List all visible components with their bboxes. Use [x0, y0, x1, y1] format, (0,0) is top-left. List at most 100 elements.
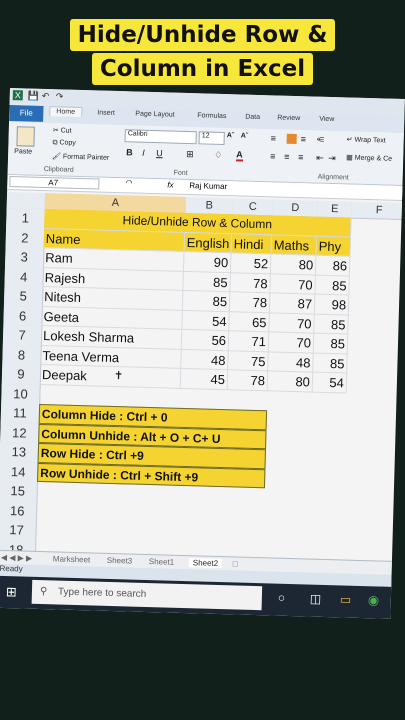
row-header-3[interactable]: 3 — [4, 246, 45, 269]
row-header-4[interactable]: 4 — [4, 266, 45, 289]
wrap-text-button[interactable]: ↵ Wrap Text — [347, 135, 386, 144]
cell-score[interactable]: 85 — [183, 271, 231, 293]
header-cell-hindi[interactable]: Hindi — [231, 233, 273, 255]
cell-score[interactable]: 86 — [315, 255, 351, 277]
cut-button[interactable]: ✂ Cut — [53, 126, 72, 135]
cell-score[interactable]: 45 — [180, 368, 229, 390]
row-header-5[interactable]: 5 — [3, 285, 44, 308]
cell-score[interactable]: 75 — [228, 350, 269, 372]
paste-button[interactable]: Paste — [14, 148, 32, 155]
cell-score[interactable]: 71 — [228, 331, 270, 352]
tab-page-layout[interactable]: Page Layout — [135, 111, 174, 119]
cell-score[interactable]: 80 — [270, 254, 317, 276]
row-header-12[interactable]: 12 — [0, 422, 40, 444]
cell-score[interactable]: 54 — [182, 310, 230, 332]
redo-icon[interactable]: ↷ — [56, 91, 64, 102]
fill-color-icon[interactable]: ♢ — [214, 150, 222, 161]
align-center-icon[interactable]: ≡ — [284, 152, 290, 162]
row-header-9[interactable]: 9 — [1, 363, 42, 386]
tab-formulas[interactable]: Formulas — [197, 112, 226, 120]
row-header-10[interactable]: 10 — [1, 383, 41, 405]
row-header-8[interactable]: 8 — [2, 344, 42, 366]
cell-score[interactable]: 65 — [229, 311, 270, 333]
align-bottom-icon[interactable]: ≡ — [301, 134, 307, 144]
align-right-icon[interactable]: ≡ — [298, 152, 304, 162]
cell-name[interactable]: Deepak — [39, 364, 182, 389]
windows-start-icon[interactable]: ⊞ — [6, 584, 17, 600]
header-cell-phy[interactable]: Phy — [316, 236, 351, 257]
cell-score[interactable]: 78 — [230, 272, 271, 294]
merge-center-button[interactable]: ▦ Merge & Ce — [346, 153, 392, 162]
header-cell-maths[interactable]: Maths — [271, 234, 317, 256]
grow-font-icon[interactable]: Aˆ — [227, 132, 235, 139]
cell-score[interactable]: 48 — [268, 351, 314, 373]
fx-icon[interactable]: fx — [167, 180, 173, 189]
cell-score[interactable]: 80 — [267, 371, 314, 393]
row-header-11[interactable]: 11 — [0, 402, 41, 425]
formula-cancel-icon[interactable]: ◠ — [125, 178, 132, 187]
cell-score[interactable]: 98 — [314, 294, 350, 316]
row-header-13[interactable]: 13 — [0, 441, 40, 464]
cell-score[interactable]: 90 — [183, 251, 232, 273]
cell-score[interactable]: 78 — [227, 370, 269, 391]
sheet-tab-sheet1[interactable]: Sheet1 — [149, 557, 175, 567]
cell-score[interactable]: 87 — [269, 293, 316, 315]
tab-insert[interactable]: Insert — [97, 109, 115, 116]
cell-score[interactable]: 85 — [182, 290, 231, 312]
row-header-14[interactable]: 14 — [0, 461, 39, 483]
bold-icon[interactable]: B — [126, 147, 133, 157]
sheet-nav-icon[interactable]: ◀ ◀ ▶ ▶ — [1, 553, 33, 563]
cortana-icon[interactable]: ○ — [278, 591, 286, 605]
font-color-icon[interactable]: A — [236, 149, 243, 162]
tab-data[interactable]: Data — [245, 114, 260, 121]
save-icon[interactable]: 💾 — [28, 91, 39, 102]
new-sheet-icon[interactable]: □ — [233, 559, 238, 568]
cell-score[interactable]: 52 — [230, 253, 272, 274]
font-size-select[interactable]: 12 — [198, 131, 225, 146]
tab-review[interactable]: Review — [277, 114, 300, 122]
column-header-f[interactable]: F — [351, 201, 405, 221]
cell-score[interactable]: 70 — [269, 312, 315, 334]
font-name-select[interactable]: Calibri — [124, 129, 197, 145]
row-header-6[interactable]: 6 — [3, 305, 43, 327]
decrease-indent-icon[interactable]: ⇤ — [316, 153, 324, 164]
copy-button[interactable]: ⧉ Copy — [52, 139, 75, 148]
italic-icon[interactable]: I — [142, 148, 145, 158]
cell-score[interactable]: 78 — [229, 292, 271, 313]
align-middle-icon[interactable] — [286, 133, 297, 145]
row-header-15[interactable]: 15 — [0, 480, 39, 503]
row-header-7[interactable]: 7 — [2, 324, 43, 347]
row-header-16[interactable]: 16 — [0, 500, 38, 522]
sheet-tab-sheet2[interactable]: Sheet2 — [188, 558, 223, 569]
sheet-tab-sheet3[interactable]: Sheet3 — [107, 556, 133, 566]
align-top-icon[interactable]: ≡ — [271, 133, 277, 143]
row-header-1[interactable]: 1 — [6, 207, 46, 230]
cell-score[interactable]: 54 — [312, 372, 348, 394]
orientation-icon[interactable]: ⥺ — [317, 134, 325, 145]
paste-icon[interactable] — [16, 126, 35, 147]
name-box[interactable]: A7 — [9, 176, 100, 190]
borders-icon[interactable]: ⊞ — [186, 149, 194, 160]
cell-score[interactable]: 85 — [314, 314, 349, 335]
header-cell-english[interactable]: English — [184, 232, 233, 254]
taskbar-search-box[interactable]: ⚲ Type here to search — [31, 579, 263, 611]
row-header-2[interactable]: 2 — [5, 227, 46, 250]
increase-indent-icon[interactable]: ⇥ — [328, 153, 336, 164]
cell-score[interactable]: 85 — [315, 275, 350, 296]
tab-view[interactable]: View — [319, 116, 334, 123]
sheet-tab-marksheet[interactable]: Marksheet — [53, 554, 91, 564]
chrome-icon[interactable]: ◉ — [368, 592, 380, 608]
cell-score[interactable]: 85 — [313, 333, 349, 355]
row-header-17[interactable]: 17 — [0, 519, 37, 542]
underline-icon[interactable]: U — [156, 148, 163, 158]
format-painter-button[interactable]: 🖌 Format Painter — [52, 152, 109, 162]
task-view-icon[interactable]: ◫ — [310, 592, 322, 606]
tab-home[interactable]: Home — [49, 106, 83, 118]
cell-score[interactable]: 56 — [181, 329, 230, 351]
shrink-font-icon[interactable]: Aˇ — [241, 132, 249, 139]
cell-score[interactable]: 85 — [313, 353, 348, 374]
tab-file[interactable]: File — [9, 104, 44, 122]
undo-icon[interactable]: ↶ — [42, 91, 50, 102]
align-left-icon[interactable]: ≡ — [270, 151, 276, 161]
cell-score[interactable]: 70 — [268, 332, 315, 354]
